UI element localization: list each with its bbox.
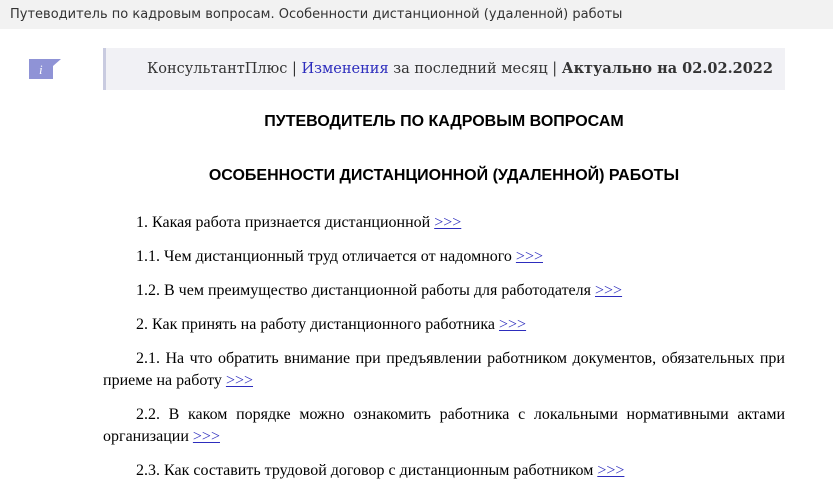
toc-item-text: 2. Как принять на работу дистанционного … [136,316,495,333]
document-title: ПУТЕВОДИТЕЛЬ ПО КАДРОВЫМ ВОПРОСАМ [264,113,624,130]
brand-name: КонсультантПлюс [147,61,288,77]
toc-item-link[interactable]: >>> [499,316,526,333]
toc-item: 2.2. В каком порядке можно ознакомить ра… [103,404,785,448]
info-icon-letter: i [39,62,43,77]
toc-item-text: 1. Какая работа признается дистанционной [136,214,431,231]
toc-item-link[interactable]: >>> [434,214,461,231]
toc-item-link[interactable]: >>> [193,428,220,445]
toc-item-text: 1.2. В чем преимущество дистанционной ра… [136,282,591,299]
window-title: Путеводитель по кадровым вопросам. Особе… [0,0,833,29]
header-separator: | [291,61,297,77]
toc-item-text: 1.1. Чем дистанционный труд отличается о… [136,248,512,265]
toc-item: 2.1. На что обратить внимание при предъя… [103,348,785,392]
toc-item-text: 2.3. Как составить трудовой договор с ди… [136,462,594,479]
document-subtitle: ОСОБЕННОСТИ ДИСТАНЦИОННОЙ (УДАЛЕННОЙ) РА… [208,167,680,184]
actual-date: Актуально на 02.02.2022 [561,60,773,77]
toc-item-link[interactable]: >>> [226,372,253,389]
changes-link[interactable]: Изменения [301,61,388,77]
toc-item-link[interactable]: >>> [516,248,543,265]
toc-item: 1. Какая работа признается дистанционной… [103,212,785,234]
toc-item-link[interactable]: >>> [595,282,622,299]
document-header: КонсультантПлюс | Изменения за последний… [103,48,785,90]
header-separator: | [552,61,558,77]
info-icon[interactable]: i [29,59,61,79]
toc-item: 2.3. Как составить трудовой договор с ди… [103,460,785,482]
toc-item-link[interactable]: >>> [597,462,624,479]
changes-suffix: за последний месяц [393,61,548,77]
toc-item: 2. Как принять на работу дистанционного … [103,314,785,336]
toc-item-text: 2.1. На что обратить внимание при предъя… [103,350,785,389]
toc-item: 1.2. В чем преимущество дистанционной ра… [103,280,785,302]
toc-item: 1.1. Чем дистанционный труд отличается о… [103,246,785,268]
